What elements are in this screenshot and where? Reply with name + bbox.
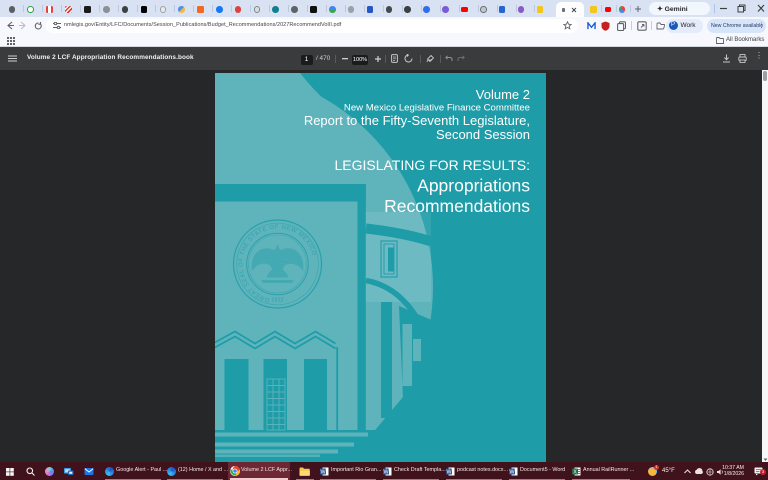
- svg-text:Recommendations: Recommendations: [384, 196, 530, 216]
- svg-text:Second Session: Second Session: [436, 127, 530, 142]
- svg-text:· 1912 ·: · 1912 ·: [268, 298, 287, 304]
- svg-text:Appropriations: Appropriations: [417, 176, 530, 196]
- svg-text:Volume 2: Volume 2: [476, 87, 530, 102]
- svg-text:X: X: [573, 469, 577, 475]
- svg-text:LEGISLATING FOR RESULTS:: LEGISLATING FOR RESULTS:: [334, 157, 530, 173]
- svg-text:Report to the Fifty-Seventh Le: Report to the Fifty-Seventh Legislature,: [304, 113, 530, 128]
